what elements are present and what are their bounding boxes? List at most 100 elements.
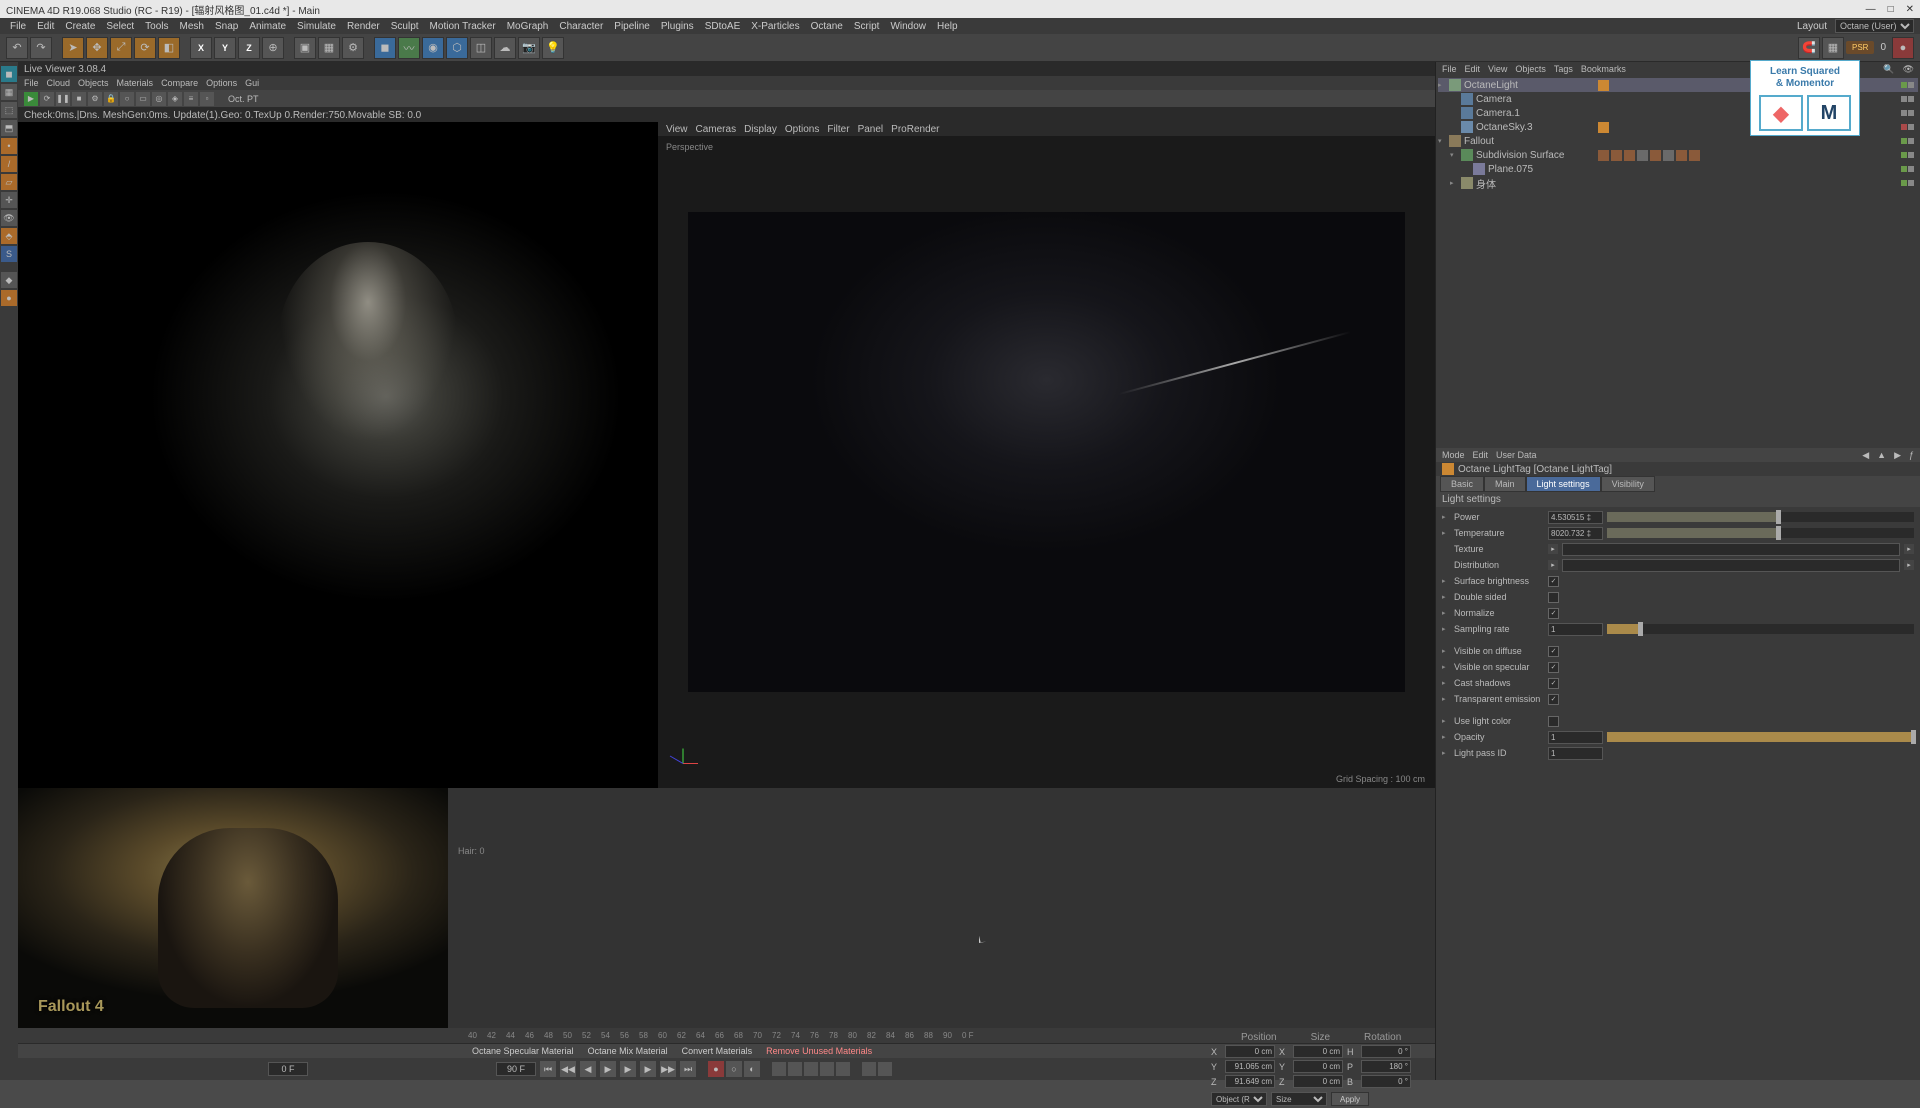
snap-toggle[interactable]: ⬘ — [1, 228, 17, 244]
coord-apply-button[interactable]: Apply — [1331, 1092, 1369, 1106]
size-z-input[interactable] — [1293, 1075, 1343, 1088]
lv-aov-icon[interactable]: ≡ — [184, 92, 198, 106]
pos-x-input[interactable] — [1225, 1045, 1275, 1058]
menu-sculpt[interactable]: Sculpt — [387, 21, 423, 32]
attr-fwd-button[interactable]: ▶ — [1894, 450, 1901, 461]
normalize-check[interactable]: ✓ — [1548, 608, 1559, 619]
edge-mode[interactable]: ⬒ — [1, 120, 17, 136]
lv-pt-label[interactable]: Oct. PT — [228, 94, 259, 104]
pv-menu-cameras[interactable]: Cameras — [696, 124, 737, 135]
attr-back-button[interactable]: ◀ — [1862, 450, 1869, 461]
use-light-color-check[interactable] — [1548, 716, 1559, 727]
temperature-input[interactable] — [1548, 527, 1603, 540]
size-y-input[interactable] — [1293, 1060, 1343, 1073]
deformer-tool[interactable]: ◫ — [470, 37, 492, 59]
mat-specular[interactable]: Octane Specular Material — [468, 1046, 578, 1056]
menu-xparticles[interactable]: X-Particles — [747, 21, 803, 32]
spline-tool[interactable]: 〰 — [398, 37, 420, 59]
camera-tool[interactable]: 📷 — [518, 37, 540, 59]
menu-simulate[interactable]: Simulate — [293, 21, 340, 32]
render-view[interactable] — [18, 122, 658, 788]
attr-mode[interactable]: Mode — [1442, 450, 1465, 460]
keyframe-sel-button[interactable]: ◐ — [744, 1061, 760, 1077]
workplane-mode[interactable]: ⬚ — [1, 102, 17, 118]
distribution-slot[interactable] — [1562, 559, 1900, 572]
frame-end-input[interactable] — [496, 1062, 536, 1076]
pv-menu-prorender[interactable]: ProRender — [891, 124, 939, 135]
menu-window[interactable]: Window — [886, 21, 930, 32]
maximize-button[interactable]: □ — [1888, 4, 1894, 15]
pv-menu-panel[interactable]: Panel — [858, 124, 884, 135]
scale-tool[interactable]: ⤢ — [110, 37, 132, 59]
lv-menu-compare[interactable]: Compare — [161, 78, 198, 88]
viewport-solo[interactable]: 👁 — [1, 210, 17, 226]
tag-octane-light[interactable] — [1598, 80, 1609, 91]
psr-badge[interactable]: PSR — [1846, 41, 1874, 54]
tag-octane-sky[interactable] — [1598, 122, 1609, 133]
obj-menu-edit[interactable]: Edit — [1465, 64, 1481, 74]
tab-light-settings[interactable]: Light settings — [1526, 476, 1601, 492]
visible-specular-check[interactable]: ✓ — [1548, 662, 1559, 673]
autokey-button[interactable]: ○ — [726, 1061, 742, 1077]
lv-settings-icon[interactable]: ⚙ — [88, 92, 102, 106]
light-tool[interactable]: 💡 — [542, 37, 564, 59]
record-keyframe-button[interactable]: ● — [708, 1061, 724, 1077]
tag-mat3[interactable] — [1624, 150, 1635, 161]
double-sided-check[interactable] — [1548, 592, 1559, 603]
coord-system[interactable]: ⊕ — [262, 37, 284, 59]
lock-y[interactable]: Y — [214, 37, 236, 59]
obj-search-icon[interactable]: 🔍 — [1883, 64, 1894, 75]
pv-menu-filter[interactable]: Filter — [827, 124, 849, 135]
learn-squared-badge[interactable]: Learn Squared& Momentor ◆ M — [1750, 60, 1860, 136]
temperature-slider[interactable] — [1607, 528, 1914, 538]
key-opt2[interactable] — [878, 1062, 892, 1076]
menu-help[interactable]: Help — [933, 21, 962, 32]
render-settings-button[interactable]: ⚙ — [342, 37, 364, 59]
recent-tool[interactable]: ◧ — [158, 37, 180, 59]
menu-mograph[interactable]: MoGraph — [503, 21, 553, 32]
next-frame-button[interactable]: ▶ — [640, 1061, 656, 1077]
lv-pause-icon[interactable]: ❚❚ — [56, 92, 70, 106]
obj-menu-file[interactable]: File — [1442, 64, 1457, 74]
mat-remove-unused[interactable]: Remove Unused Materials — [762, 1046, 876, 1056]
minimize-button[interactable]: — — [1866, 4, 1876, 15]
tag-mat7[interactable] — [1676, 150, 1687, 161]
tag-mat2[interactable] — [1611, 150, 1622, 161]
lv-menu-file[interactable]: File — [24, 78, 39, 88]
axis-mode[interactable]: ✛ — [1, 192, 17, 208]
key-opt1[interactable] — [862, 1062, 876, 1076]
undo-button[interactable]: ↶ — [6, 37, 28, 59]
menu-octane[interactable]: Octane — [807, 21, 847, 32]
distribution-arrow[interactable]: ▸ — [1548, 560, 1558, 570]
surface-brightness-check[interactable]: ✓ — [1548, 576, 1559, 587]
texture-picker[interactable]: ▸ — [1904, 544, 1914, 554]
workplane-icon[interactable]: ▦ — [1822, 37, 1844, 59]
pos-y-input[interactable] — [1225, 1060, 1275, 1073]
mat-mix[interactable]: Octane Mix Material — [584, 1046, 672, 1056]
obj-eye-icon[interactable]: 👁 — [1903, 64, 1914, 75]
next-key-button[interactable]: ▶▶ — [660, 1061, 676, 1077]
prev-key-button[interactable]: ◀◀ — [560, 1061, 576, 1077]
tag-mat1[interactable] — [1598, 150, 1609, 161]
magnet-icon[interactable]: 🧲 — [1798, 37, 1820, 59]
cast-shadows-check[interactable]: ✓ — [1548, 678, 1559, 689]
tag-mat5[interactable] — [1650, 150, 1661, 161]
edge-mode2[interactable]: / — [1, 156, 17, 172]
redo-button[interactable]: ↷ — [30, 37, 52, 59]
sampling-rate-slider[interactable] — [1607, 624, 1914, 634]
menu-create[interactable]: Create — [61, 21, 99, 32]
texture-arrow[interactable]: ▸ — [1548, 544, 1558, 554]
menu-render[interactable]: Render — [343, 21, 384, 32]
tab-basic[interactable]: Basic — [1440, 476, 1484, 492]
lv-menu-materials[interactable]: Materials — [117, 78, 154, 88]
power-input[interactable] — [1548, 511, 1603, 524]
menu-motiontracker[interactable]: Motion Tracker — [426, 21, 500, 32]
lv-lock-icon[interactable]: 🔒 — [104, 92, 118, 106]
point-mode[interactable]: • — [1, 138, 17, 154]
render-region-button[interactable]: ▦ — [318, 37, 340, 59]
goto-start-button[interactable]: ⏮ — [540, 1061, 556, 1077]
lv-channel-icon[interactable]: ▫ — [200, 92, 214, 106]
lv-start-icon[interactable]: ▶ — [24, 92, 38, 106]
tag-mat4[interactable] — [1637, 150, 1648, 161]
obj-menu-view[interactable]: View — [1488, 64, 1507, 74]
